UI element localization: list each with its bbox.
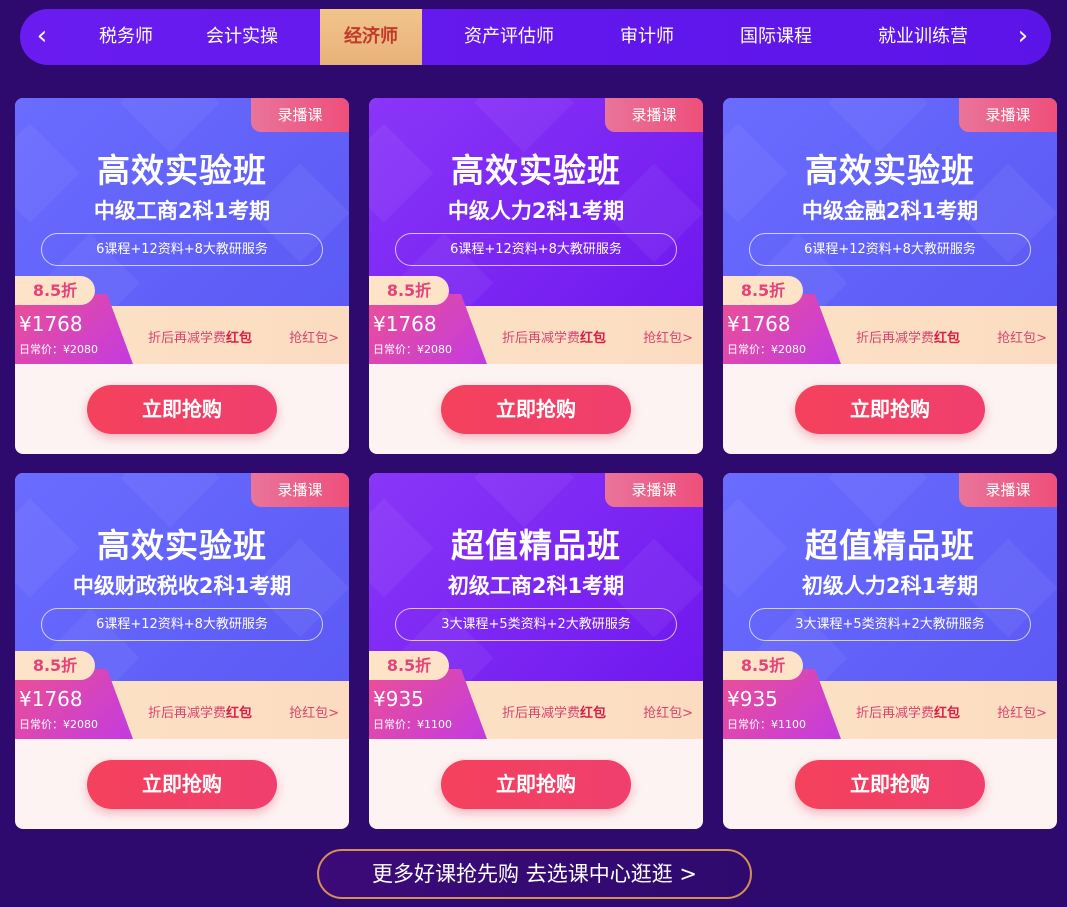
buy-now-button[interactable]: 立即抢购 xyxy=(795,385,985,434)
card-features: 6课程+12资料+8大教研服务 xyxy=(41,608,323,641)
promo-highlight: 红包 xyxy=(226,331,253,346)
original-price: 日常价：¥2080 xyxy=(373,343,452,356)
promo-text: 折后再减学费红包 xyxy=(856,702,960,721)
card-title: 超值精品班 xyxy=(805,526,975,565)
card-subtitle: 中级金融2科1考期 xyxy=(801,199,979,223)
tab-accounting-practice[interactable]: 会计实操 xyxy=(192,9,292,65)
promo-text: 折后再减学费红包 xyxy=(856,327,960,346)
card-title: 高效实验班 xyxy=(451,151,621,190)
course-card: 录播课 超值精品班 初级人力2科1考期 3大课程+5类资料+2大教研服务 8.5… xyxy=(723,473,1057,829)
card-title: 高效实验班 xyxy=(97,526,267,565)
chevron-right-icon[interactable]: › xyxy=(1003,9,1043,65)
card-subtitle: 中级人力2科1考期 xyxy=(447,199,625,223)
grab-red-packet-link[interactable]: 抢红包> xyxy=(997,702,1047,721)
buy-now-button[interactable]: 立即抢购 xyxy=(441,385,631,434)
original-price: 日常价：¥2080 xyxy=(19,343,98,356)
promo-highlight: 红包 xyxy=(226,706,253,721)
course-card: 录播课 高效实验班 中级金融2科1考期 6课程+12资料+8大教研服务 8.5折… xyxy=(723,98,1057,454)
recorded-course-badge: 录播课 xyxy=(605,98,703,132)
chevron-left-icon[interactable]: ‹ xyxy=(22,9,62,65)
recorded-course-badge: 录播课 xyxy=(251,98,349,132)
grab-red-packet-link[interactable]: 抢红包> xyxy=(643,327,693,346)
discount-badge: 8.5折 xyxy=(723,276,803,305)
card-features: 3大课程+5类资料+2大教研服务 xyxy=(395,608,677,641)
grab-red-packet-link[interactable]: 抢红包> xyxy=(289,327,339,346)
card-title: 超值精品班 xyxy=(451,526,621,565)
card-header: 录播课 超值精品班 初级工商2科1考期 3大课程+5类资料+2大教研服务 xyxy=(369,473,703,681)
recorded-course-badge: 录播课 xyxy=(959,98,1057,132)
tab-international-courses[interactable]: 国际课程 xyxy=(722,9,830,65)
buy-now-button[interactable]: 立即抢购 xyxy=(87,385,277,434)
card-header: 录播课 高效实验班 中级财政税收2科1考期 6课程+12资料+8大教研服务 xyxy=(15,473,349,681)
card-title: 高效实验班 xyxy=(97,151,267,190)
promo-prefix: 折后再减学费 xyxy=(148,331,227,346)
promo-text: 折后再减学费红包 xyxy=(502,702,606,721)
promo-text: 折后再减学费红包 xyxy=(148,702,252,721)
card-subtitle: 初级人力2科1考期 xyxy=(801,574,979,598)
card-features: 6课程+12资料+8大教研服务 xyxy=(41,233,323,266)
discount-badge: 8.5折 xyxy=(15,651,95,680)
promo-highlight: 红包 xyxy=(580,706,607,721)
promo-prefix: 折后再减学费 xyxy=(502,331,581,346)
promo-text: 折后再减学费红包 xyxy=(148,327,252,346)
original-price: 日常价：¥1100 xyxy=(373,718,452,731)
card-header: 录播课 高效实验班 中级工商2科1考期 6课程+12资料+8大教研服务 xyxy=(15,98,349,306)
card-header: 录播课 高效实验班 中级人力2科1考期 6课程+12资料+8大教研服务 xyxy=(369,98,703,306)
promo-highlight: 红包 xyxy=(934,706,961,721)
tab-career-bootcamp[interactable]: 就业训练营 xyxy=(862,9,984,65)
buy-now-button[interactable]: 立即抢购 xyxy=(795,760,985,809)
grab-red-packet-link[interactable]: 抢红包> xyxy=(289,702,339,721)
tab-asset-appraiser[interactable]: 资产评估师 xyxy=(450,9,568,65)
recorded-course-badge: 录播课 xyxy=(251,473,349,507)
promo-prefix: 折后再减学费 xyxy=(502,706,581,721)
original-price: 日常价：¥1100 xyxy=(727,718,806,731)
card-header: 录播课 高效实验班 中级金融2科1考期 6课程+12资料+8大教研服务 xyxy=(723,98,1057,306)
tab-auditor[interactable]: 审计师 xyxy=(600,9,694,65)
card-features: 3大课程+5类资料+2大教研服务 xyxy=(749,608,1031,641)
sale-price: ¥1768 xyxy=(19,687,83,711)
promo-prefix: 折后再减学费 xyxy=(856,706,935,721)
course-card: 录播课 高效实验班 中级财政税收2科1考期 6课程+12资料+8大教研服务 8.… xyxy=(15,473,349,829)
grab-red-packet-link[interactable]: 抢红包> xyxy=(643,702,693,721)
card-subtitle: 中级财政税收2科1考期 xyxy=(72,574,292,598)
buy-now-button[interactable]: 立即抢购 xyxy=(441,760,631,809)
tab-tax-advisor[interactable]: 税务师 xyxy=(76,9,176,65)
card-features: 6课程+12资料+8大教研服务 xyxy=(749,233,1031,266)
sale-price: ¥1768 xyxy=(19,312,83,336)
promo-highlight: 红包 xyxy=(934,331,961,346)
grab-red-packet-link[interactable]: 抢红包> xyxy=(997,327,1047,346)
card-subtitle: 初级工商2科1考期 xyxy=(447,574,625,598)
tab-economist[interactable]: 经济师 xyxy=(320,9,422,65)
course-center-button[interactable]: 更多好课抢先购 去选课中心逛逛 > xyxy=(317,849,752,899)
sale-price: ¥935 xyxy=(373,687,424,711)
category-nav: ‹ 税务师 会计实操 经济师 资产评估师 审计师 国际课程 就业训练营 › xyxy=(20,9,1051,65)
discount-badge: 8.5折 xyxy=(369,276,449,305)
card-features: 6课程+12资料+8大教研服务 xyxy=(395,233,677,266)
course-card: 录播课 高效实验班 中级工商2科1考期 6课程+12资料+8大教研服务 8.5折… xyxy=(15,98,349,454)
sale-price: ¥1768 xyxy=(727,312,791,336)
card-title: 高效实验班 xyxy=(805,151,975,190)
promo-highlight: 红包 xyxy=(580,331,607,346)
course-card: 录播课 高效实验班 中级人力2科1考期 6课程+12资料+8大教研服务 8.5折… xyxy=(369,98,703,454)
card-subtitle: 中级工商2科1考期 xyxy=(93,199,271,223)
original-price: 日常价：¥2080 xyxy=(19,718,98,731)
sale-price: ¥935 xyxy=(727,687,778,711)
recorded-course-badge: 录播课 xyxy=(959,473,1057,507)
promo-prefix: 折后再减学费 xyxy=(856,331,935,346)
card-header: 录播课 超值精品班 初级人力2科1考期 3大课程+5类资料+2大教研服务 xyxy=(723,473,1057,681)
course-card: 录播课 超值精品班 初级工商2科1考期 3大课程+5类资料+2大教研服务 8.5… xyxy=(369,473,703,829)
recorded-course-badge: 录播课 xyxy=(605,473,703,507)
promo-prefix: 折后再减学费 xyxy=(148,706,227,721)
discount-badge: 8.5折 xyxy=(369,651,449,680)
buy-now-button[interactable]: 立即抢购 xyxy=(87,760,277,809)
promo-text: 折后再减学费红包 xyxy=(502,327,606,346)
discount-badge: 8.5折 xyxy=(723,651,803,680)
sale-price: ¥1768 xyxy=(373,312,437,336)
discount-badge: 8.5折 xyxy=(15,276,95,305)
original-price: 日常价：¥2080 xyxy=(727,343,806,356)
